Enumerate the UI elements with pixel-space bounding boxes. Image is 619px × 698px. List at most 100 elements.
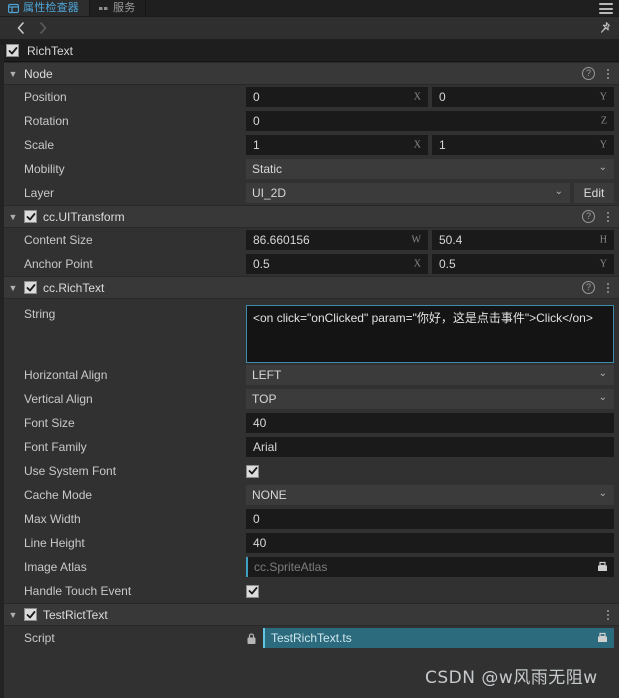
content-size-height-input[interactable]: 50.4 H bbox=[432, 230, 614, 250]
layer-select[interactable]: UI_2D ⌄ bbox=[246, 183, 570, 203]
chevron-down-icon[interactable]: ▼ bbox=[8, 283, 18, 293]
section-title-node: Node bbox=[24, 66, 53, 81]
help-circle-icon[interactable]: ? bbox=[582, 210, 595, 223]
scale-y-input[interactable]: 1 Y bbox=[432, 135, 614, 155]
max-width-label: Max Width bbox=[24, 512, 81, 526]
property-row-position: Position 0 X 0 Y bbox=[0, 85, 619, 109]
property-row-layer: Layer UI_2D ⌄ Edit bbox=[0, 181, 619, 205]
axis-label-z: Z bbox=[600, 115, 607, 127]
chevron-down-icon[interactable]: ▼ bbox=[8, 212, 18, 222]
max-width-input[interactable]: 0 bbox=[246, 509, 614, 529]
script-asset-field[interactable]: TestRichText.ts bbox=[263, 628, 614, 648]
chevron-down-icon[interactable]: ▼ bbox=[8, 610, 18, 620]
image-atlas-asset-field[interactable]: cc.SpriteAtlas bbox=[246, 557, 614, 577]
horizontal-align-select[interactable]: LEFT ⌄ bbox=[246, 365, 614, 385]
position-x-value: 0 bbox=[253, 90, 260, 104]
property-row-image-atlas: Image Atlas cc.SpriteAtlas bbox=[0, 555, 619, 579]
string-textarea[interactable]: <on click="onClicked" param="你好，这是点击事件">… bbox=[246, 305, 614, 363]
property-row-script: Script TestRichText.ts bbox=[0, 626, 619, 650]
horizontal-align-label: Horizontal Align bbox=[24, 368, 108, 382]
pin-icon[interactable] bbox=[597, 21, 611, 35]
image-atlas-placeholder: cc.SpriteAtlas bbox=[254, 560, 328, 574]
property-row-mobility: Mobility Static ⌄ bbox=[0, 157, 619, 181]
kebab-menu-icon[interactable] bbox=[603, 68, 613, 80]
node-enabled-checkbox[interactable] bbox=[6, 44, 19, 57]
property-row-line-height: Line Height 40 bbox=[0, 531, 619, 555]
vertical-align-select[interactable]: TOP ⌄ bbox=[246, 389, 614, 409]
property-row-handle-touch-event: Handle Touch Event bbox=[0, 579, 619, 603]
axis-label-h: H bbox=[599, 234, 607, 246]
axis-label-x: X bbox=[413, 139, 421, 151]
testricttext-enabled-checkbox[interactable] bbox=[24, 608, 37, 621]
kebab-menu-icon[interactable] bbox=[603, 211, 613, 223]
panel-resize-strip[interactable] bbox=[0, 45, 4, 698]
tab-services-label: 服务 bbox=[113, 1, 136, 14]
anchor-point-x-input[interactable]: 0.5 X bbox=[246, 254, 428, 274]
grid-icon bbox=[98, 3, 109, 14]
section-header-uitransform[interactable]: ▼ cc.UITransform ? bbox=[0, 205, 619, 228]
anchor-point-y-value: 0.5 bbox=[439, 257, 456, 271]
rotation-label: Rotation bbox=[24, 114, 69, 128]
font-size-input[interactable]: 40 bbox=[246, 413, 614, 433]
cache-mode-select[interactable]: NONE ⌄ bbox=[246, 485, 614, 505]
mobility-value: Static bbox=[252, 162, 283, 176]
horizontal-align-value: LEFT bbox=[252, 368, 282, 382]
use-system-font-checkbox[interactable] bbox=[246, 464, 259, 478]
property-row-use-system-font: Use System Font bbox=[0, 459, 619, 483]
handle-touch-event-checkbox[interactable] bbox=[246, 584, 259, 598]
axis-label-y: Y bbox=[599, 91, 607, 103]
font-family-label: Font Family bbox=[24, 440, 87, 454]
axis-label-w: W bbox=[411, 234, 421, 246]
position-x-input[interactable]: 0 X bbox=[246, 87, 428, 107]
kebab-menu-icon[interactable] bbox=[603, 609, 613, 621]
uitransform-enabled-checkbox[interactable] bbox=[24, 210, 37, 223]
font-size-label: Font Size bbox=[24, 416, 75, 430]
vertical-align-value: TOP bbox=[252, 392, 277, 406]
chevron-down-icon: ⌄ bbox=[598, 162, 607, 173]
chevron-right-icon[interactable] bbox=[32, 18, 54, 38]
vertical-align-label: Vertical Align bbox=[24, 392, 93, 406]
kebab-menu-icon[interactable] bbox=[603, 282, 613, 294]
max-width-value: 0 bbox=[253, 512, 260, 526]
chevron-left-icon[interactable] bbox=[10, 18, 32, 38]
locate-asset-icon[interactable] bbox=[596, 631, 609, 644]
scale-x-input[interactable]: 1 X bbox=[246, 135, 428, 155]
scale-x-value: 1 bbox=[253, 138, 260, 152]
property-row-font-family: Font Family Arial bbox=[0, 435, 619, 459]
mobility-select[interactable]: Static ⌄ bbox=[246, 159, 614, 179]
section-header-richtext[interactable]: ▼ cc.RichText ? bbox=[0, 276, 619, 299]
axis-label-x: X bbox=[413, 91, 421, 103]
chevron-down-icon: ⌄ bbox=[554, 186, 563, 197]
tab-services[interactable]: 服务 bbox=[90, 0, 147, 16]
layer-edit-button[interactable]: Edit bbox=[574, 183, 614, 203]
position-label: Position bbox=[24, 90, 67, 104]
property-row-max-width: Max Width 0 bbox=[0, 507, 619, 531]
chevron-down-icon[interactable]: ▼ bbox=[8, 69, 18, 79]
property-row-content-size: Content Size 86.660156 W 50.4 H bbox=[0, 228, 619, 252]
line-height-label: Line Height bbox=[24, 536, 85, 550]
line-height-input[interactable]: 40 bbox=[246, 533, 614, 553]
locate-asset-icon[interactable] bbox=[596, 560, 609, 573]
section-header-node[interactable]: ▼ Node ? bbox=[0, 62, 619, 85]
tab-property-inspector[interactable]: 属性检查器 bbox=[0, 0, 90, 16]
node-name-label: RichText bbox=[27, 43, 74, 58]
position-y-input[interactable]: 0 Y bbox=[432, 87, 614, 107]
property-row-cache-mode: Cache Mode NONE ⌄ bbox=[0, 483, 619, 507]
property-row-string: String <on click="onClicked" param="你好，这… bbox=[0, 299, 619, 363]
rotation-z-input[interactable]: 0 Z bbox=[246, 111, 614, 131]
help-circle-icon[interactable]: ? bbox=[582, 67, 595, 80]
tab-property-inspector-label: 属性检查器 bbox=[23, 1, 79, 14]
rotation-z-value: 0 bbox=[253, 114, 260, 128]
panel-bottom-filler bbox=[4, 686, 619, 698]
chevron-down-icon: ⌄ bbox=[598, 368, 607, 379]
font-family-input[interactable]: Arial bbox=[246, 437, 614, 457]
chevron-down-icon: ⌄ bbox=[598, 392, 607, 403]
help-circle-icon[interactable]: ? bbox=[582, 281, 595, 294]
richtext-enabled-checkbox[interactable] bbox=[24, 281, 37, 294]
content-size-width-input[interactable]: 86.660156 W bbox=[246, 230, 428, 250]
hamburger-icon[interactable] bbox=[599, 3, 613, 14]
section-header-testricttext[interactable]: ▼ TestRictText bbox=[0, 603, 619, 626]
inspector-body: ▼ Node ? Position 0 X 0 Y Rotation 0 Z S… bbox=[0, 62, 619, 650]
font-size-value: 40 bbox=[253, 416, 267, 430]
anchor-point-y-input[interactable]: 0.5 Y bbox=[432, 254, 614, 274]
